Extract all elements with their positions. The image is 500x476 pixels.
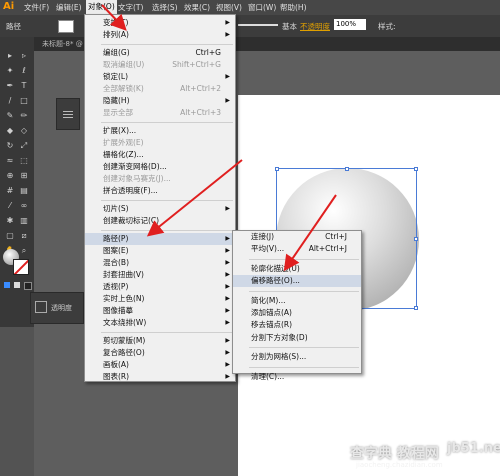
arrow-to-object-menu — [101, 4, 127, 31]
watermark-url: jiaocheng.chazidian.com — [356, 461, 443, 469]
arrow-to-offset-path — [283, 194, 337, 272]
watermark-brand: 查字典 教程网 — [350, 446, 439, 462]
watermark-site: jb51.net — [447, 441, 500, 456]
arrow-to-path-item — [146, 159, 243, 237]
annotation-layer — [101, 4, 337, 272]
